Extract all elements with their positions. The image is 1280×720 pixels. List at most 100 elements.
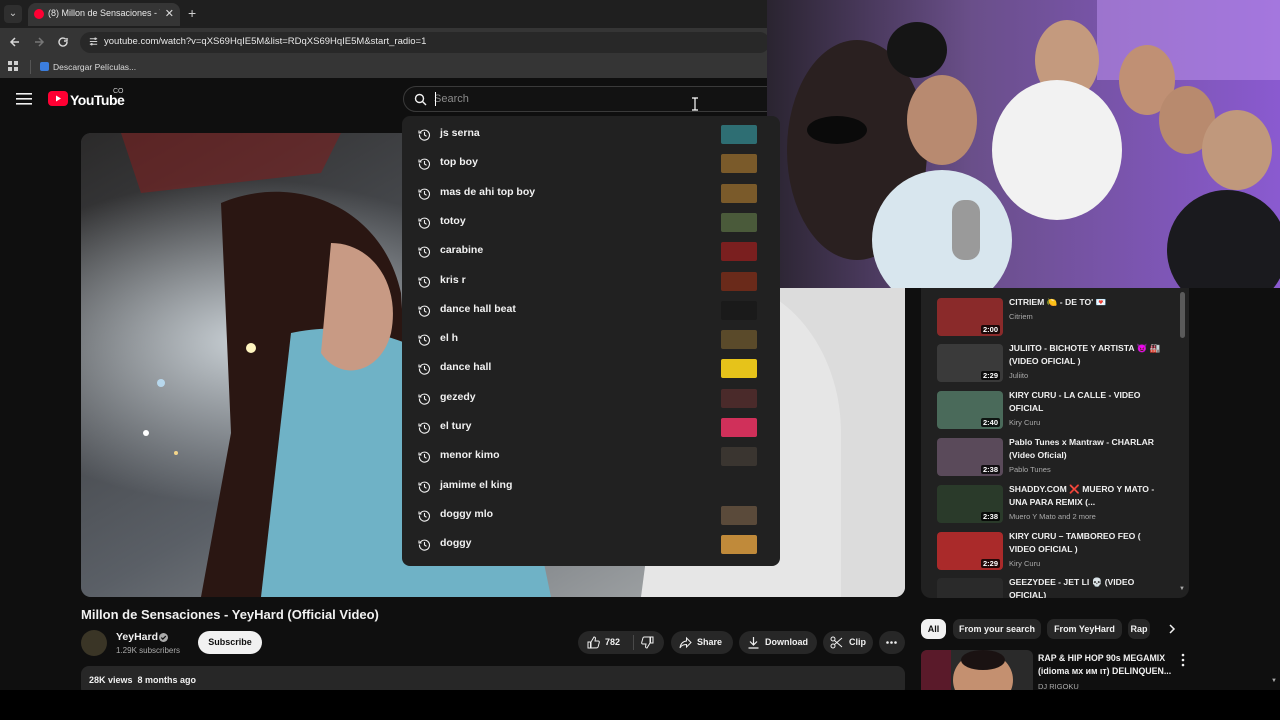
filter-chip[interactable]: Rap — [1128, 619, 1150, 639]
bottom-black-bar — [0, 690, 1280, 720]
clip-label: Clip — [849, 637, 866, 647]
duration-badge: 2:29 — [980, 559, 1000, 568]
playlist-item[interactable]: 2:40 KIRY CURU - LA CALLE - VIDEO OFICIAL… — [937, 389, 1177, 435]
recommended-title[interactable]: RAP & HIP HOP 90s MEGAMIX (idioma мх им … — [1038, 652, 1173, 677]
suggestion-item[interactable]: jamime el king — [402, 472, 780, 501]
forward-arrow-icon[interactable] — [33, 36, 45, 48]
history-icon — [418, 481, 431, 493]
playlist-title: SHADDY.COM ❌ MUERO Y MATO - UNA PARA REM… — [1009, 484, 1155, 507]
suggestion-item[interactable]: top boy — [402, 149, 780, 178]
tab-close-icon[interactable]: ✕ — [165, 7, 174, 20]
suggestion-item[interactable]: doggy mlo — [402, 501, 780, 530]
search-input[interactable] — [434, 90, 734, 108]
history-icon — [418, 334, 431, 346]
suggestion-item[interactable]: kris r — [402, 267, 780, 296]
address-bar[interactable]: youtube.com/watch?v=qXS69HqIE5M&list=RDq… — [80, 32, 770, 53]
suggestion-item[interactable]: el h — [402, 325, 780, 354]
country-code: CO — [113, 88, 124, 95]
filter-chip[interactable]: From YeyHard — [1047, 619, 1122, 639]
suggestion-thumbnail — [721, 212, 757, 232]
recommended-thumbnail[interactable] — [921, 650, 1033, 690]
suggestion-thumbnail — [721, 418, 757, 437]
suggestion-text: doggy mlo — [440, 507, 494, 520]
search-box[interactable] — [403, 86, 783, 112]
history-icon — [418, 510, 431, 522]
suggestion-text: gezedy — [440, 390, 476, 403]
download-icon — [748, 637, 759, 649]
suggestion-text: jamime el king — [440, 478, 513, 491]
apps-grid-icon[interactable] — [8, 61, 19, 72]
suggestion-text: carabine — [440, 244, 484, 257]
view-count: 28K views — [89, 675, 133, 685]
text-caret — [435, 92, 436, 106]
playlist-channel: Kiry Curu — [1009, 559, 1041, 568]
suggestion-item[interactable]: el tury — [402, 413, 780, 442]
suggestion-item[interactable]: dance hall beat — [402, 296, 780, 325]
clip-button[interactable]: Clip — [823, 631, 873, 654]
tab-search-dropdown-icon[interactable]: ⌄ — [4, 5, 22, 23]
like-count: 782 — [605, 637, 621, 647]
more-vertical-icon[interactable] — [1180, 653, 1186, 667]
mix-playlist-panel: ▼ 2:00 CITRIEM 🍋 - DE TO' 💌 Citriem 2:29 JUL… — [921, 288, 1189, 598]
bookmark-favicon-icon — [40, 62, 49, 71]
playlist-title: Pablo Tunes x Mantraw - CHARLAR (Video O… — [1009, 437, 1154, 460]
playlist-item[interactable]: 2:29 JULIITO - BICHOTE Y ARTISTA 👿 🏭 (VID… — [937, 342, 1177, 388]
playlist-item[interactable]: 2:00 CITRIEM 🍋 - DE TO' 💌 Citriem — [937, 296, 1177, 342]
playlist-item[interactable]: GEEZYDEE - JET LI 💀 (VIDEO OFICIAL) — [937, 576, 1177, 598]
more-actions-button[interactable] — [879, 631, 905, 654]
subscribe-button[interactable]: Subscribe — [198, 631, 262, 654]
site-info-icon[interactable] — [88, 36, 99, 47]
hamburger-menu-icon[interactable] — [16, 92, 32, 106]
download-button[interactable]: Download — [739, 631, 817, 654]
page-scroll-down-icon[interactable]: ▼ — [1271, 678, 1277, 684]
playlist-channel: Citriem — [1009, 312, 1033, 321]
download-label: Download — [765, 637, 808, 647]
suggestion-item[interactable]: dance hall — [402, 354, 780, 383]
chevron-right-icon[interactable] — [1166, 623, 1178, 635]
new-tab-button[interactable]: + — [188, 5, 196, 21]
history-icon — [418, 422, 431, 434]
history-icon — [418, 539, 431, 551]
suggestion-item[interactable]: doggy — [402, 530, 780, 559]
filter-chip[interactable]: All — [921, 619, 946, 639]
subscriber-count: 1.29K subscribers — [116, 646, 181, 655]
bookmark-link[interactable]: Descargar Películas... — [53, 62, 136, 72]
views-and-age: 28K views 8 months ago — [89, 675, 196, 685]
channel-avatar[interactable] — [81, 630, 107, 656]
thumbs-down-icon — [641, 636, 654, 649]
suggestion-text: js serna — [440, 127, 480, 139]
suggestion-item[interactable]: menor kimo — [402, 442, 780, 471]
playlist-item[interactable]: 2:38 Pablo Tunes x Mantraw - CHARLAR (Vid… — [937, 436, 1177, 482]
suggestion-thumbnail — [721, 535, 757, 555]
reload-icon[interactable] — [57, 36, 69, 48]
playlist-item[interactable]: 2:29 KIRY CURU – TAMBOREO FEO ( VIDEO OFI… — [937, 530, 1177, 576]
suggestion-item[interactable]: mas de ahi top boy — [402, 179, 780, 208]
share-button[interactable]: Share — [671, 631, 733, 654]
browser-tab[interactable]: (8) Millon de Sensaciones - YeyHa ✕ — [28, 3, 180, 26]
suggestion-thumbnail — [721, 242, 757, 262]
suggestion-item[interactable]: gezedy — [402, 384, 780, 413]
suggestion-item[interactable]: totoy — [402, 208, 780, 237]
youtube-logo-icon[interactable] — [48, 91, 68, 106]
channel-name[interactable]: YeyHard — [116, 631, 158, 643]
search-icon — [414, 93, 427, 106]
playlist-scrollbar[interactable] — [1180, 292, 1185, 338]
playlist-channel: Kiry Curu — [1009, 418, 1041, 427]
playlist-title: KIRY CURU - LA CALLE - VIDEO OFICIAL — [1009, 390, 1141, 413]
playlist-item[interactable]: 2:38 SHADDY.COM ❌ MUERO Y MATO - UNA PARA… — [937, 483, 1177, 529]
history-icon — [418, 246, 431, 258]
like-button[interactable]: 782 — [578, 631, 633, 654]
history-icon — [418, 305, 431, 317]
scroll-down-arrow-icon[interactable]: ▼ — [1179, 586, 1185, 592]
history-icon — [418, 276, 431, 288]
suggestion-item[interactable]: carabine — [402, 237, 780, 266]
suggestion-item[interactable]: js serna — [402, 120, 780, 149]
webcam-overlay — [767, 0, 1280, 288]
suggestion-thumbnail — [721, 359, 757, 379]
duration-badge: 2:00 — [980, 325, 1000, 334]
filter-chip[interactable]: From your search — [953, 619, 1041, 639]
text-cursor-icon — [692, 97, 698, 111]
back-arrow-icon[interactable] — [9, 36, 21, 48]
playlist-thumbnail: 2:29 — [937, 344, 1003, 382]
dislike-button[interactable] — [634, 631, 664, 654]
